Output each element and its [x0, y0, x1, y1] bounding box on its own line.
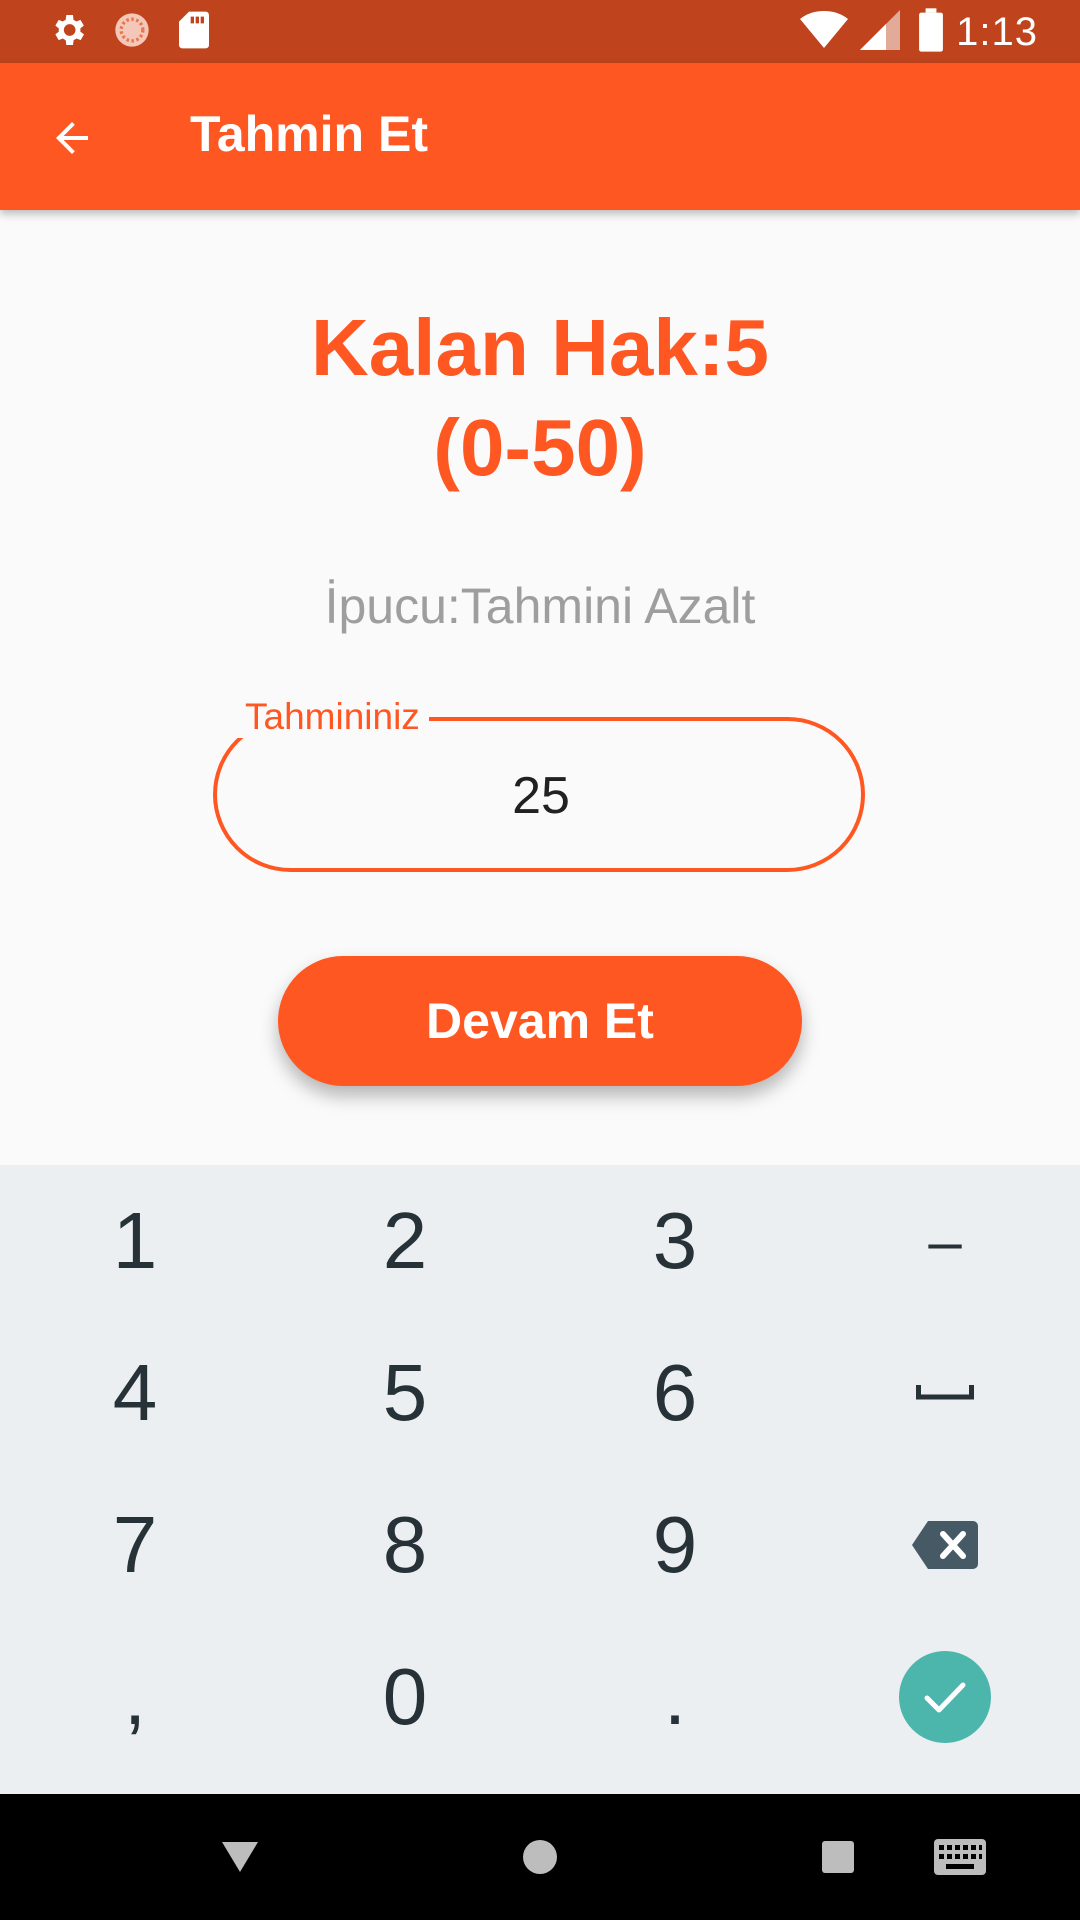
keyboard-switch-icon — [934, 1839, 986, 1875]
nav-back-button[interactable] — [200, 1824, 280, 1890]
remaining-attempts-heading: Kalan Hak:5 (0-50) — [0, 298, 1080, 498]
nav-home-button[interactable] — [500, 1824, 580, 1890]
nav-keyboard-switch-button[interactable] — [920, 1824, 1000, 1890]
backspace-key[interactable] — [810, 1469, 1080, 1621]
check-icon — [899, 1651, 991, 1743]
back-button[interactable] — [42, 108, 102, 168]
number-range-text: (0-50) — [433, 403, 647, 492]
battery-icon — [918, 7, 944, 57]
remaining-attempts-text: Kalan Hak:5 — [311, 303, 769, 392]
home-circle-icon — [523, 1840, 557, 1874]
key-6[interactable]: 6 — [540, 1317, 810, 1469]
sd-card-icon — [176, 10, 212, 55]
key-comma[interactable]: , — [0, 1621, 270, 1773]
backspace-icon — [912, 1521, 978, 1569]
page-title: Tahmin Et — [190, 106, 428, 162]
status-time: 1:13 — [956, 9, 1038, 54]
hint-text: İpucu:Tahmini Azalt — [324, 578, 756, 634]
recents-square-icon — [822, 1841, 854, 1873]
navigation-bar — [0, 1794, 1080, 1920]
guess-field[interactable] — [213, 717, 865, 872]
arrow-back-icon — [56, 122, 88, 154]
key-period[interactable]: . — [540, 1621, 810, 1773]
key-minus[interactable]: – — [810, 1165, 1080, 1317]
guess-input[interactable] — [217, 721, 865, 870]
status-bar: 1:13 — [0, 0, 1080, 63]
numeric-keyboard: 1 2 3 – 4 5 6 7 8 9 , 0 . — [0, 1165, 1080, 1794]
wifi-icon — [800, 10, 849, 55]
key-1[interactable]: 1 — [0, 1165, 270, 1317]
app-notification-icon — [112, 10, 152, 55]
key-9[interactable]: 9 — [540, 1469, 810, 1621]
cell-signal-icon — [860, 9, 901, 55]
app-bar: Tahmin Et — [0, 63, 1080, 210]
status-bar-right-icons: 1:13 — [800, 7, 1038, 57]
key-0[interactable]: 0 — [270, 1621, 540, 1773]
space-key[interactable] — [810, 1317, 1080, 1469]
space-bar-icon — [916, 1385, 974, 1400]
status-bar-left-icons — [48, 10, 212, 55]
key-5[interactable]: 5 — [270, 1317, 540, 1469]
back-triangle-icon — [222, 1842, 258, 1872]
key-3[interactable]: 3 — [540, 1165, 810, 1317]
settings-icon — [48, 10, 88, 55]
key-8[interactable]: 8 — [270, 1469, 540, 1621]
nav-recents-button[interactable] — [798, 1824, 878, 1890]
continue-button[interactable]: Devam Et — [278, 956, 802, 1086]
key-2[interactable]: 2 — [270, 1165, 540, 1317]
done-key[interactable] — [810, 1621, 1080, 1773]
guess-field-label: Tahmininiz — [236, 696, 429, 738]
key-4[interactable]: 4 — [0, 1317, 270, 1469]
key-7[interactable]: 7 — [0, 1469, 270, 1621]
